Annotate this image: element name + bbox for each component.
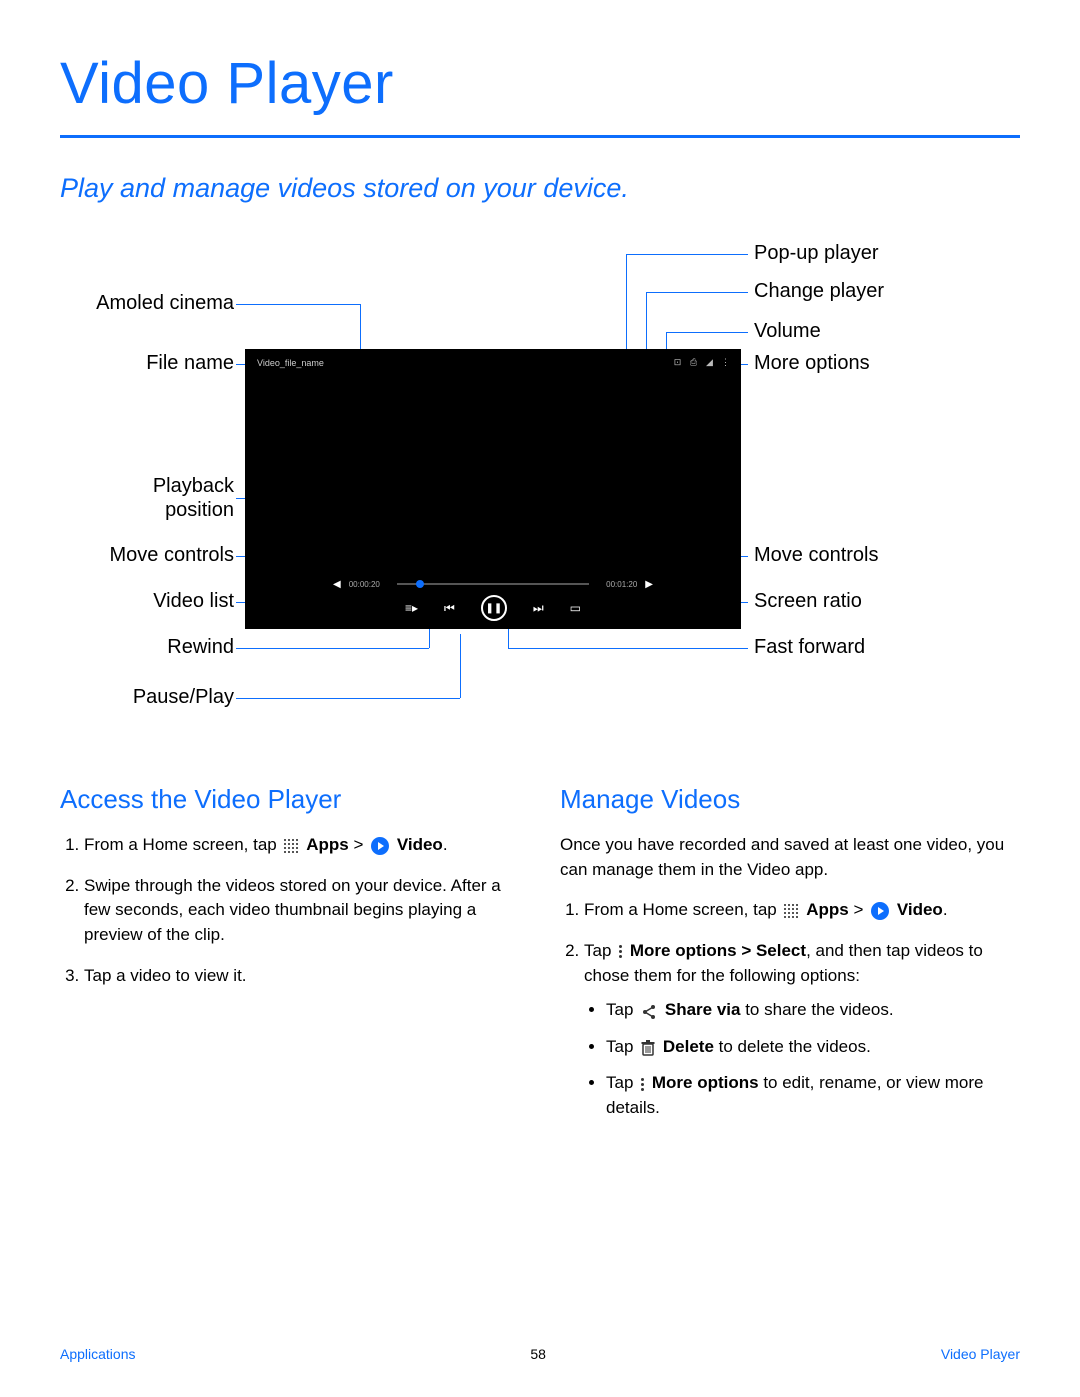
video-list-icon: ≡▸ [405,601,418,615]
label-rewind: Rewind [167,636,234,659]
title-divider [60,135,1020,138]
access-heading: Access the Video Player [60,784,520,815]
access-step-2: Swipe through the videos stored on your … [84,874,520,948]
label-file-name: File name [146,352,234,375]
popup-player-icon: ⊡ [673,357,683,368]
label-amoled-cinema: Amoled cinema [96,292,234,315]
page-title: Video Player [60,50,1020,117]
screen-ratio-icon: ▭ [570,601,581,615]
move-left-icon: ◀ [333,579,341,590]
manage-bullet-more: Tap More options to edit, rename, or vie… [606,1071,1020,1120]
rewind-icon: ⏮ [444,601,455,616]
more-options-icon [619,945,622,958]
footer-right: Video Player [941,1346,1020,1362]
label-fast-forward: Fast forward [754,636,865,659]
label-pause-play: Pause/Play [133,686,234,709]
player-diagram: Amoled cinema File name Playback positio… [60,244,1020,754]
apps-icon [784,904,798,918]
page-subtitle: Play and manage videos stored on your de… [60,173,1020,204]
time-total: 00:01:20 [597,580,637,589]
fast-forward-icon: ⏭ [533,601,544,616]
page-footer: Applications 58 Video Player [60,1346,1020,1362]
more-options-icon [641,1078,644,1091]
pause-icon: ❚❚ [481,595,507,621]
apps-icon [284,839,298,853]
manage-section: Manage Videos Once you have recorded and… [560,784,1020,1137]
label-more-options: More options [754,352,870,375]
label-move-controls-left: Move controls [110,544,235,567]
manage-step-1: From a Home screen, tap Apps > Video. [584,898,1020,923]
access-section: Access the Video Player From a Home scre… [60,784,520,1137]
label-playback-position: Playback position [153,474,234,522]
video-icon [371,837,389,855]
manage-bullet-delete: Tap Delete to delete the videos. [606,1035,1020,1060]
label-popup-player: Pop-up player [754,242,879,265]
move-right-icon: ▶ [645,579,653,590]
manage-step-2: Tap More options > Select, and then tap … [584,939,1020,1121]
video-player-screenshot: Video_file_name ⊡ ⎙ ◢ ⋮ ◀ 00:00:20 00:01… [245,349,741,629]
footer-page-number: 58 [530,1346,546,1362]
player-filename: Video_file_name [257,358,324,368]
footer-left: Applications [60,1346,136,1362]
manage-heading: Manage Videos [560,784,1020,815]
manage-bullet-share: Tap Share via to share the videos. [606,998,1020,1023]
trash-icon [641,1039,655,1055]
label-volume: Volume [754,320,821,343]
label-video-list: Video list [153,590,234,613]
label-screen-ratio: Screen ratio [754,590,862,613]
change-player-icon: ⎙ [689,357,699,368]
access-step-3: Tap a video to view it. [84,964,520,989]
share-icon [641,1003,657,1019]
manage-intro: Once you have recorded and saved at leas… [560,833,1020,882]
label-move-controls-right: Move controls [754,544,879,567]
time-current: 00:00:20 [349,580,389,589]
progress-bar [397,583,590,585]
video-icon [871,902,889,920]
player-top-icons: ⊡ ⎙ ◢ ⋮ [673,357,731,368]
volume-icon: ◢ [705,357,715,368]
more-options-icon: ⋮ [721,357,731,368]
label-change-player: Change player [754,280,884,303]
access-step-1: From a Home screen, tap Apps > Video. [84,833,520,858]
